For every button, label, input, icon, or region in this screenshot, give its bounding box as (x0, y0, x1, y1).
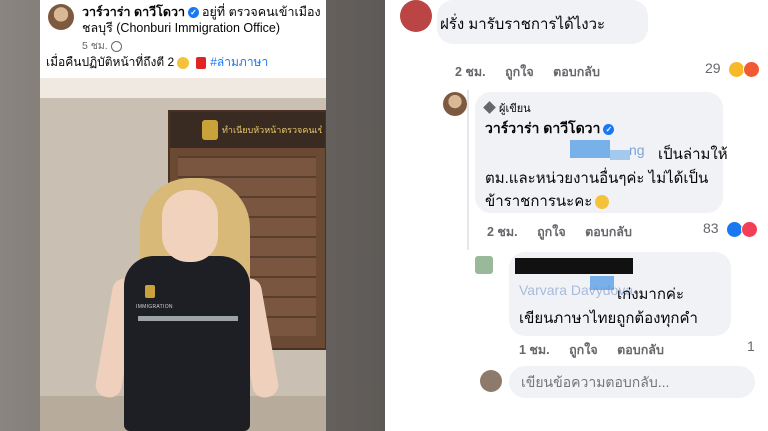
facebook-post: วาร์วาร่า ดาวีโดวา ✓ อยู่ที่ ตรวจคนเข้าเมื… (40, 0, 326, 431)
nested-reply-avatar[interactable] (475, 256, 493, 274)
nested-reply-reaction-count[interactable]: 1 (747, 338, 755, 354)
author-line: วาร์วาร่า ดาวีโดวา ✓ อยู่ที่ ตรวจคนเข้าเมื… (82, 4, 322, 36)
board-title: ทำเนียบหัวหน้าตรวจคนเข้าเมือง (222, 125, 322, 135)
tired-face-emoji-icon (177, 56, 190, 69)
photo-ceiling (40, 78, 326, 100)
thread-line (467, 90, 469, 250)
author-reply-actions: 2 ชม. ถูกใจ ตอบกลับ (487, 222, 648, 242)
reaction-count: 83 (703, 220, 719, 236)
vest-badge-icon (145, 285, 155, 298)
post-text: เมื่อคืนปฏิบัติหน้าที่ถึงตี 2 #ล่ามภาษา (46, 53, 268, 72)
comment-actions: 2 ชม. ถูกใจ ตอบกลับ (455, 62, 616, 82)
vest-label: IMMIGRATION (136, 304, 173, 310)
author-reply-avatar[interactable] (443, 92, 467, 116)
author-avatar[interactable] (48, 4, 74, 30)
nested-reply-line2: เขียนภาษาไทยถูกต้องทุกคำ (519, 310, 698, 327)
author-reply-line3-text: ข้าราชการนะคะ (485, 193, 593, 210)
red-emoji-icon (196, 56, 207, 69)
love-reaction-icon (741, 220, 759, 238)
blurred-mention (570, 140, 610, 158)
reply-link[interactable]: ตอบกลับ (553, 65, 600, 79)
post-header: วาร์วาร่า ดาวีโดวา ✓ อยู่ที่ ตรวจคนเข้าเมื… (40, 0, 326, 78)
nested-reply-actions: 1 ชม. ถูกใจ ตอบกลับ (519, 340, 680, 360)
like-link[interactable]: ถูกใจ (569, 343, 598, 357)
comment-text: ฝรั่ง มารับราชการได้ไงวะ (440, 16, 606, 33)
post-meta: 5 ชม. (82, 37, 122, 54)
comments-panel: ฝรั่ง มารับราชการได้ไงวะ 2 ชม. ถูกใจ ตอบ… (385, 0, 768, 431)
current-user-avatar (480, 370, 502, 392)
reaction-count: 29 (705, 60, 721, 76)
like-link[interactable]: ถูกใจ (505, 65, 534, 79)
post-panel-background: วาร์วาร่า ดาวีโดวา ✓ อยู่ที่ ตรวจคนเข้าเมื… (0, 0, 385, 431)
verified-icon: ✓ (603, 123, 615, 135)
author-reply-name[interactable]: วาร์วาร่า ดาวีโดวา ✓ (485, 118, 617, 140)
commenter-avatar[interactable] (400, 0, 432, 32)
vest-reflective-strap (138, 316, 238, 321)
author-reply-time[interactable]: 2 ชม. (487, 225, 518, 239)
author-reply-line1: เป็นล่ามให้ (658, 146, 728, 163)
mention-tail[interactable]: ng (629, 142, 657, 158)
comment-time[interactable]: 2 ชม. (455, 65, 486, 79)
person-vest (124, 256, 250, 431)
nested-reply-time[interactable]: 1 ชม. (519, 343, 550, 357)
reply-link[interactable]: ตอบกลับ (617, 343, 664, 357)
author-reply-line2: ตม.และหน่วยงานอื่นๆค่ะ ไม่ได้เป็น (485, 170, 709, 187)
post-time[interactable]: 5 ชม. (82, 40, 108, 52)
globe-icon (110, 40, 122, 52)
smile-emoji-icon (595, 195, 610, 210)
reply-input[interactable] (509, 366, 755, 398)
post-photo[interactable]: ทำเนียบหัวหน้าตรวจคนเข้าเมือง IMMIGRATIO… (40, 78, 326, 431)
angry-reaction-icon (743, 60, 761, 78)
post-body: เมื่อคืนปฏิบัติหน้าที่ถึงตี 2 (46, 55, 175, 69)
blurred-mention-edge (610, 150, 630, 160)
author-reply-reaction-summary[interactable]: 83 (703, 220, 759, 238)
author-reply-name-text: วาร์วาร่า ดาวีโดวา (485, 120, 601, 136)
verified-icon: ✓ (188, 7, 200, 19)
author-tag: ผู้เขียน (483, 99, 531, 117)
bottom-bar (385, 416, 768, 431)
hashtag-link[interactable]: #ล่ามภาษา (210, 55, 268, 69)
author-tag-label: ผู้เขียน (499, 103, 531, 115)
author-reply-line3: ข้าราชการนะคะ (485, 189, 612, 213)
immigration-emblem-icon (202, 120, 218, 140)
board-header: ทำเนียบหัวหน้าตรวจคนเข้าเมือง (170, 112, 325, 148)
redacted-name (515, 258, 633, 274)
nested-reply-line1: เก่งมากค่ะ (617, 286, 685, 303)
pencil-icon (483, 101, 496, 114)
person-face (162, 190, 218, 262)
reply-link[interactable]: ตอบกลับ (585, 225, 632, 239)
reaction-summary[interactable]: 29 (705, 60, 761, 78)
like-link[interactable]: ถูกใจ (537, 225, 566, 239)
author-name[interactable]: วาร์วาร่า ดาวีโดวา (82, 5, 185, 19)
